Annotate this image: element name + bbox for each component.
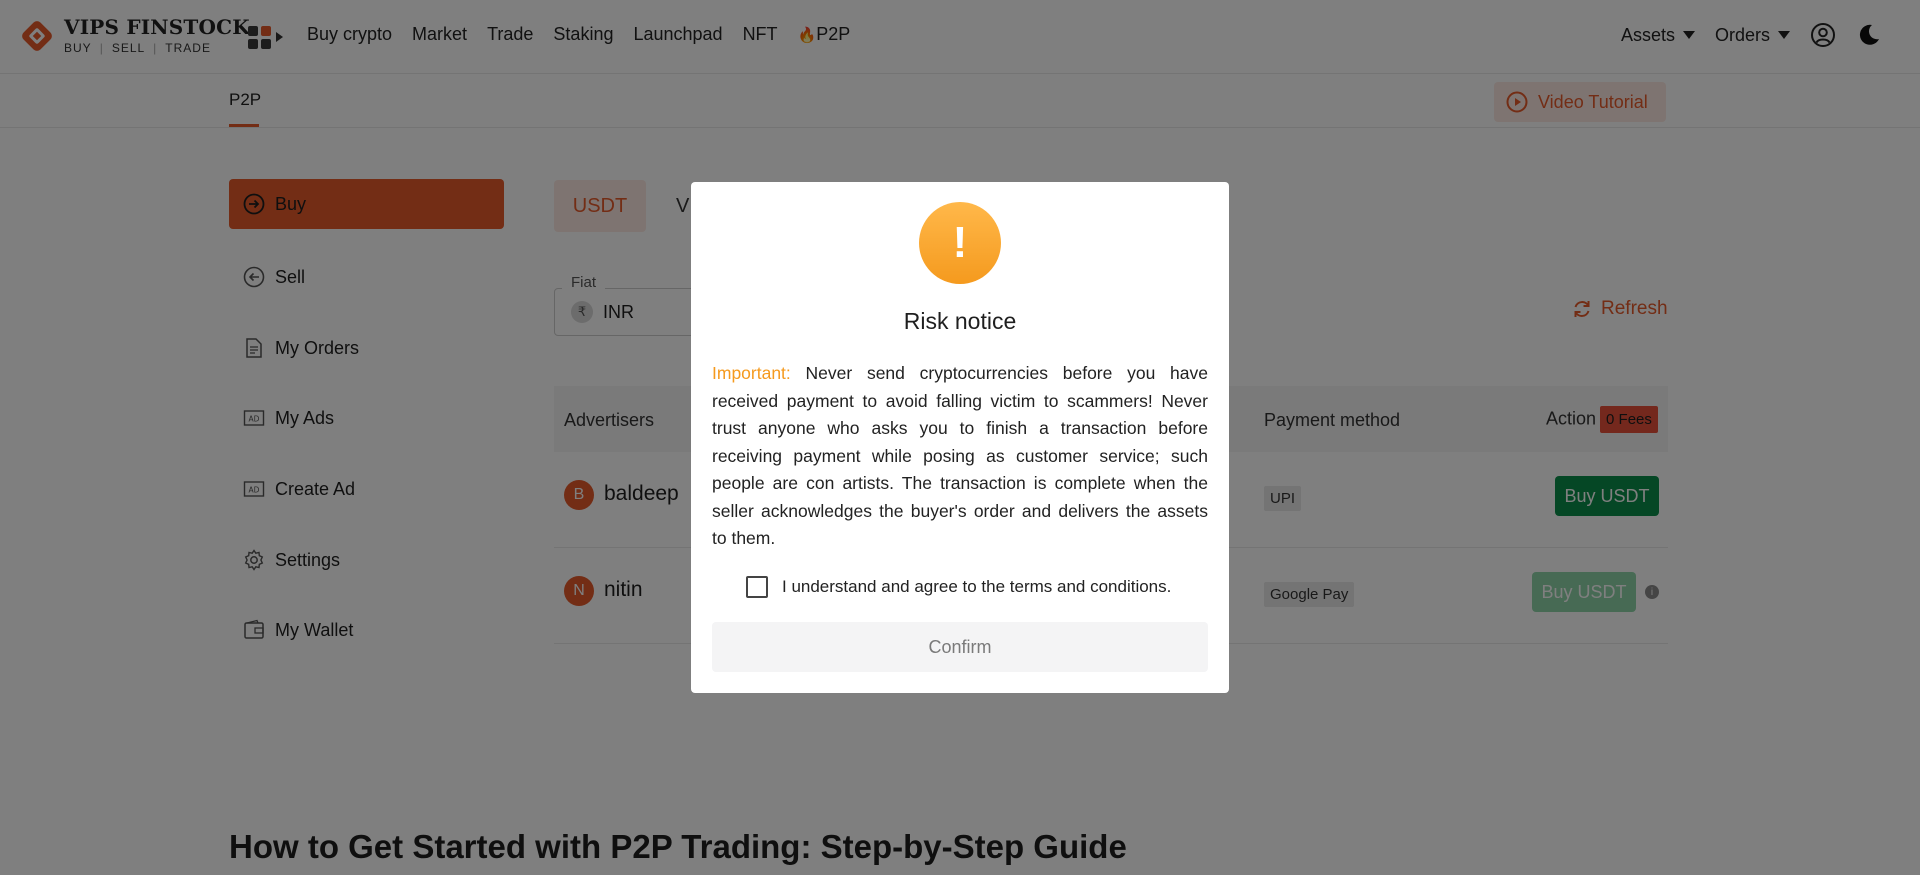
agree-checkbox[interactable] <box>746 576 768 598</box>
modal-body: Important: Never send cryptocurrencies b… <box>712 360 1208 553</box>
warning-icon: ! <box>919 202 1001 284</box>
risk-notice-text: Never send cryptocurrencies before you h… <box>712 363 1208 548</box>
agree-terms-label: I understand and agree to the terms and … <box>782 577 1172 596</box>
modal-title: Risk notice <box>903 308 1017 334</box>
agree-terms-row[interactable]: I understand and agree to the terms and … <box>746 576 1171 598</box>
risk-notice-modal: ! Risk notice Important: Never send cryp… <box>691 182 1229 693</box>
confirm-button[interactable]: Confirm <box>712 622 1208 672</box>
important-label: Important: <box>712 363 791 383</box>
